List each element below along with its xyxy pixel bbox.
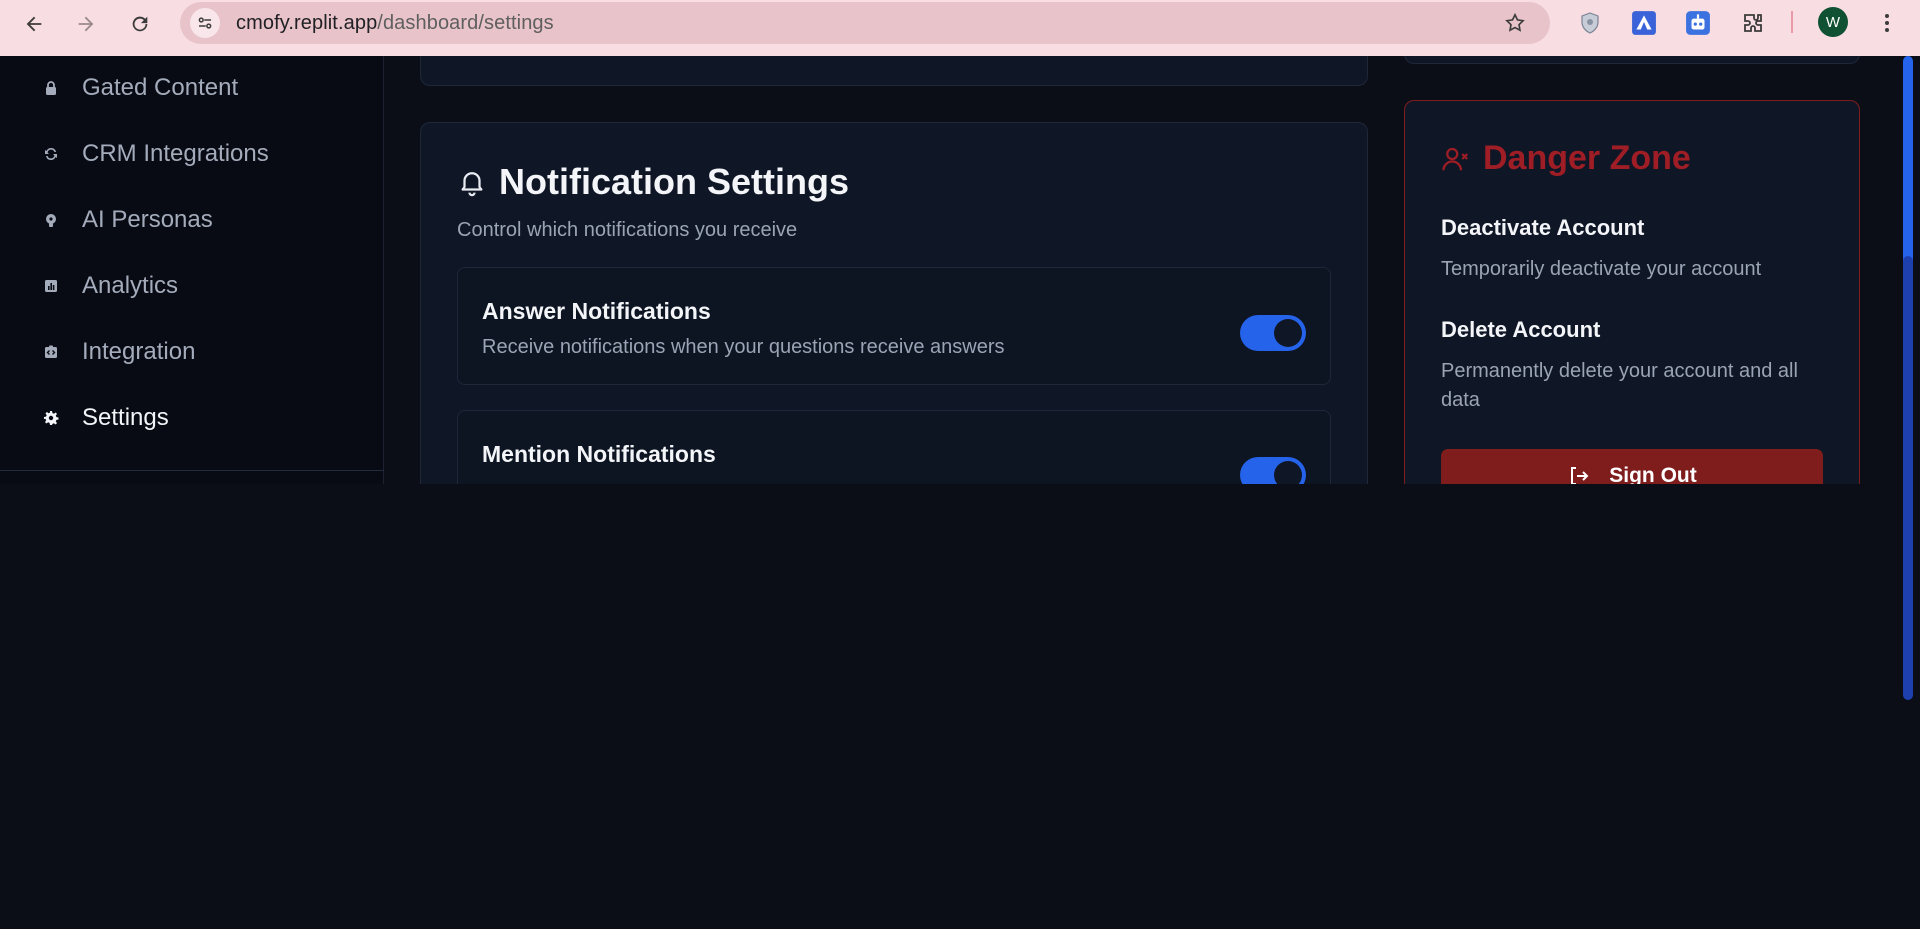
bar-chart-icon: [40, 275, 62, 297]
notification-settings-header: Notification Settings: [457, 161, 849, 203]
extensions-puzzle-icon[interactable]: [1738, 8, 1768, 38]
sidebar-item-label: Settings: [82, 404, 169, 431]
bell-icon: [461, 172, 483, 197]
toggle-knob: [1274, 319, 1302, 347]
setting-title: Answer Notifications: [482, 298, 711, 324]
sidebar-item-label: CRM Integrations: [82, 140, 269, 167]
sidebar-item-label: AI Personas: [82, 206, 213, 233]
sync-icon: [40, 143, 62, 165]
notification-settings-title: Notification Settings: [499, 161, 849, 202]
previous-settings-card: [420, 56, 1368, 86]
danger-zone-header: Danger Zone: [1441, 139, 1691, 178]
sidebar-item-ai-personas[interactable]: AI Personas: [40, 203, 213, 237]
code-icon: [40, 341, 62, 363]
page-scrollbar[interactable]: [1899, 56, 1920, 929]
app-viewport: Gated Content CRM Integrations AI Person…: [0, 56, 1899, 484]
sidebar-item-settings[interactable]: Settings: [40, 401, 169, 435]
user-x-icon: [1442, 147, 1469, 170]
robot-extension-icon[interactable]: [1683, 8, 1713, 38]
deactivate-account-description: Temporarily deactivate your account: [1441, 258, 1762, 280]
setting-description: Receive notifications when your question…: [482, 336, 1005, 358]
address-bar[interactable]: cmofy.replit.app/dashboard/settings: [180, 2, 1550, 44]
sidebar-item-label: Integration: [82, 338, 196, 365]
shield-extension-icon[interactable]: [1575, 8, 1605, 38]
site-info-icon[interactable]: [190, 8, 220, 38]
gear-icon: [40, 407, 62, 429]
sign-out-button[interactable]: Sign Out: [1441, 449, 1823, 484]
sidebar-item-label: Gated Content: [82, 74, 239, 101]
toolbar-divider: [1791, 11, 1793, 33]
sidebar-item-crm-integrations[interactable]: CRM Integrations: [40, 137, 269, 171]
sidebar: Gated Content CRM Integrations AI Person…: [0, 56, 384, 484]
triangle-extension-icon[interactable]: [1629, 8, 1659, 38]
danger-zone-title: Danger Zone: [1483, 139, 1691, 177]
delete-account-description: Permanently delete your account and all …: [1441, 360, 1798, 411]
mention-notifications-row: Mention Notifications: [457, 410, 1331, 484]
answer-notifications-row: Answer Notifications Receive notificatio…: [457, 267, 1331, 385]
brain-icon: [40, 209, 62, 231]
reload-button[interactable]: [124, 8, 156, 40]
setting-title: Mention Notifications: [482, 441, 716, 467]
deactivate-account-title: Deactivate Account: [1441, 215, 1645, 240]
sidebar-item-label: Analytics: [82, 272, 179, 299]
danger-zone-card: Danger Zone Deactivate Account Temporari…: [1404, 100, 1860, 484]
bookmark-star-icon[interactable]: [1504, 12, 1526, 34]
sidebar-divider: [0, 470, 384, 471]
answer-notifications-toggle[interactable]: [1240, 315, 1306, 351]
browser-toolbar: cmofy.replit.app/dashboard/settings W: [0, 0, 1920, 56]
mention-notifications-toggle[interactable]: [1240, 457, 1306, 484]
sign-out-label: Sign Out: [1609, 464, 1697, 484]
arrow-right-icon: [78, 16, 94, 32]
delete-account-title: Delete Account: [1441, 317, 1601, 342]
url-text: cmofy.replit.app/dashboard/settings: [236, 12, 554, 34]
profile-avatar[interactable]: W: [1818, 7, 1848, 37]
scrollbar-thumb[interactable]: [1903, 256, 1913, 700]
reload-icon: [132, 16, 148, 32]
more-menu-icon[interactable]: [1872, 8, 1902, 38]
notification-settings-card: Notification Settings Control which noti…: [420, 122, 1368, 484]
empty-page-area: [0, 484, 1899, 929]
sidebar-item-gated-content[interactable]: Gated Content: [40, 71, 238, 105]
forward-button[interactable]: [70, 8, 102, 40]
sidebar-item-integration[interactable]: Integration: [40, 335, 195, 369]
arrow-left-icon: [26, 16, 42, 32]
notification-settings-description: Control which notifications you receive: [457, 219, 798, 241]
toggle-knob: [1274, 461, 1302, 484]
log-out-icon: [1571, 467, 1589, 484]
previous-right-card: [1404, 56, 1860, 64]
sidebar-item-analytics[interactable]: Analytics: [40, 269, 178, 303]
back-button[interactable]: [18, 8, 50, 40]
lock-icon: [40, 77, 62, 99]
